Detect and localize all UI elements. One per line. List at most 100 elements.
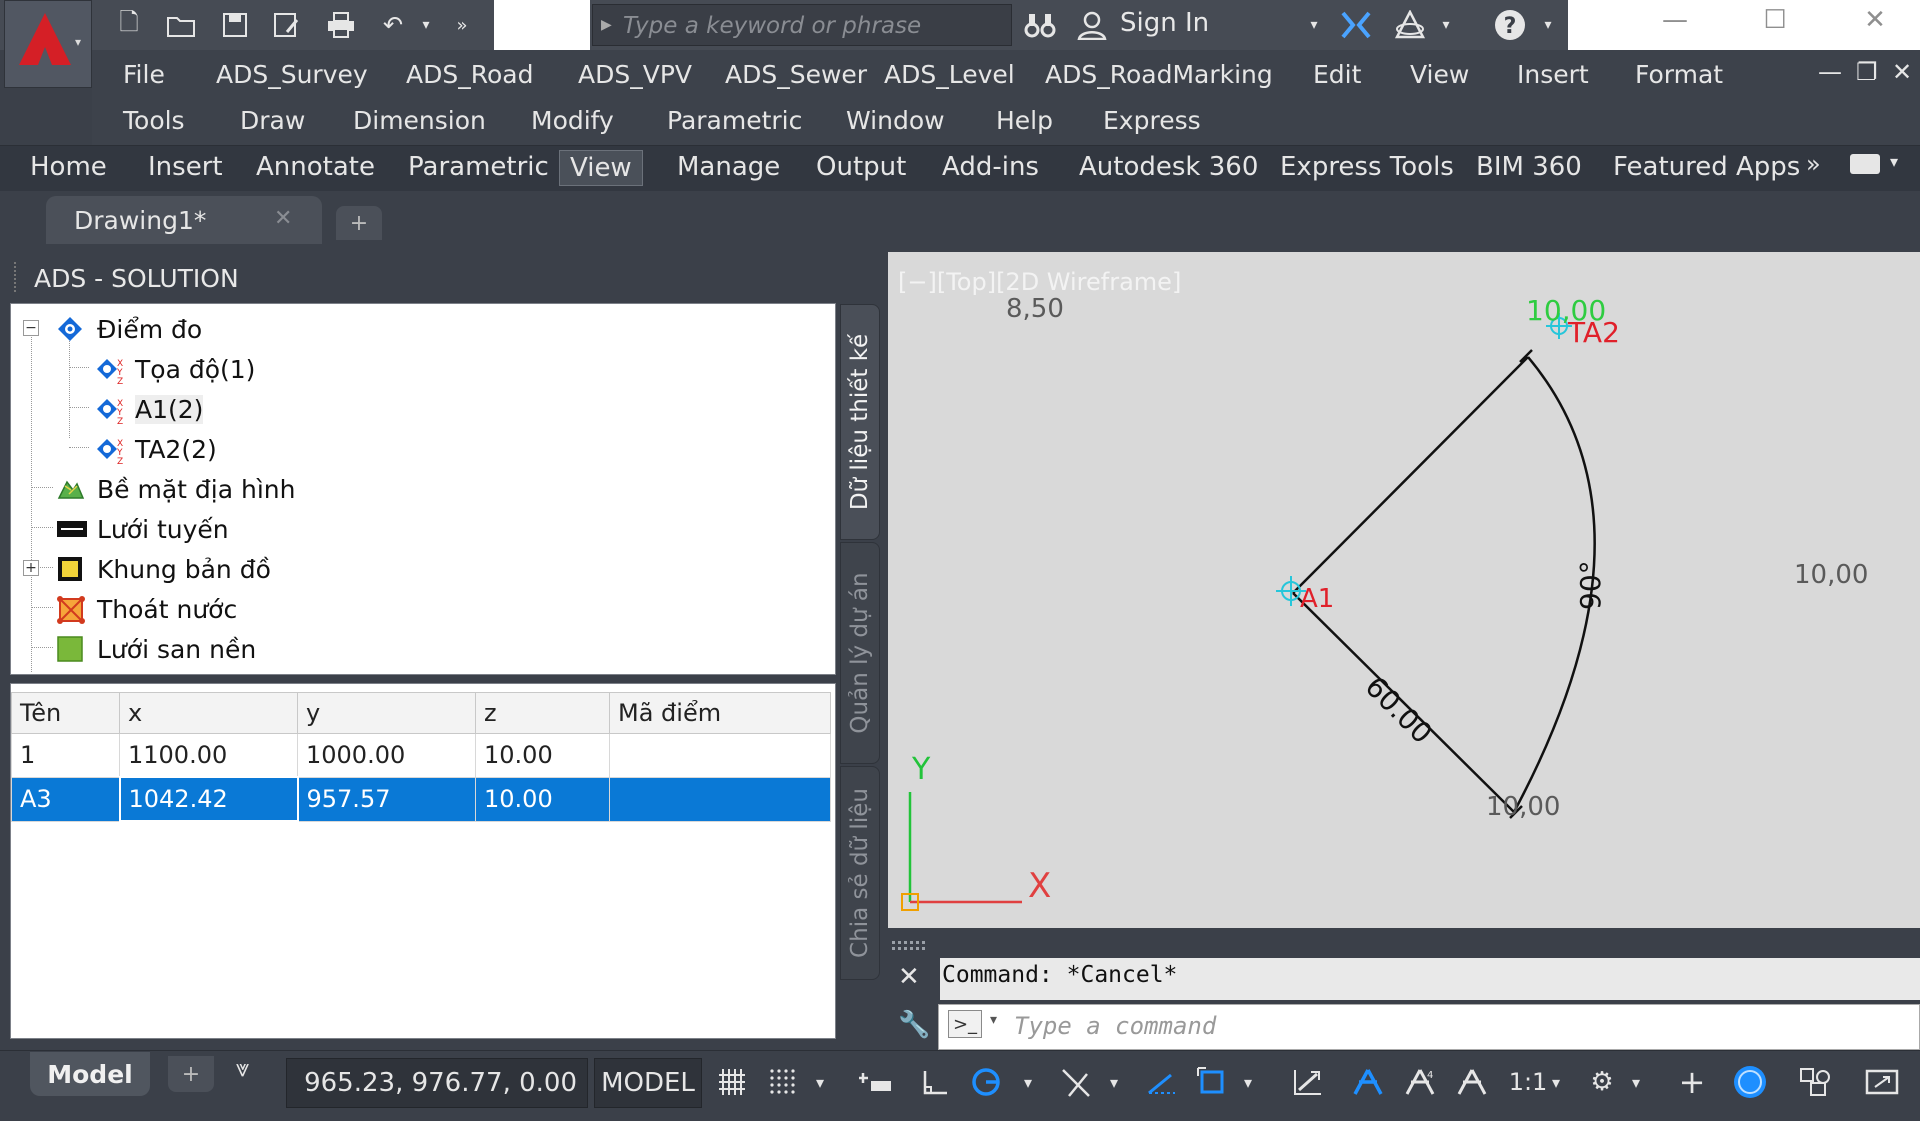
- tree-item-be-mat-dia-hinh[interactable]: Bề mặt địa hình: [57, 470, 295, 508]
- object-snap-icon[interactable]: [1192, 1060, 1232, 1104]
- table-cell[interactable]: 10.00: [475, 776, 610, 822]
- menu-ads-road[interactable]: ADS_Road: [406, 60, 533, 89]
- save-as-icon[interactable]: [268, 6, 306, 44]
- menu-express[interactable]: Express: [1103, 106, 1201, 135]
- tree-item-luoi-san-nen[interactable]: Lưới san nền: [57, 630, 256, 668]
- menu-ads-level[interactable]: ADS_Level: [884, 60, 1015, 89]
- ortho-mode-icon[interactable]: [914, 1060, 954, 1104]
- menu-draw[interactable]: Draw: [240, 106, 305, 135]
- tab-autodesk-360[interactable]: Autodesk 360: [1069, 150, 1268, 186]
- tab-home[interactable]: Home: [20, 150, 117, 186]
- auto-scale-icon[interactable]: 4: [1400, 1060, 1440, 1104]
- table-row[interactable]: 1 1100.00 1000.00 10.00: [11, 733, 831, 778]
- tab-manage[interactable]: Manage: [667, 150, 790, 186]
- table-cell[interactable]: 10.00: [475, 733, 610, 778]
- new-file-icon[interactable]: 🗋: [110, 6, 148, 44]
- tab-parametric[interactable]: Parametric: [398, 150, 559, 186]
- menu-tools[interactable]: Tools: [123, 106, 185, 135]
- grid-display-icon[interactable]: [712, 1060, 752, 1104]
- table-cell[interactable]: A3: [11, 776, 120, 822]
- close-command-icon[interactable]: ✕: [898, 962, 920, 992]
- menu-window[interactable]: Window: [846, 106, 945, 135]
- polar-dropdown-icon[interactable]: ▾: [1018, 1060, 1038, 1104]
- table-cell[interactable]: 1100.00: [119, 733, 298, 778]
- layout-list-icon[interactable]: ⩔: [236, 1054, 250, 1082]
- menu-parametric[interactable]: Parametric: [667, 106, 802, 135]
- tab-featured-apps[interactable]: Featured Apps: [1603, 150, 1810, 186]
- undo-dropdown-icon[interactable]: ▾: [416, 6, 436, 44]
- side-tab-chia-se-du-lieu[interactable]: Chia sẻ dữ liệu: [840, 766, 880, 980]
- maximize-icon[interactable]: ☐: [1730, 0, 1820, 40]
- snap-mode-icon[interactable]: [764, 1060, 804, 1104]
- menu-modify[interactable]: Modify: [531, 106, 614, 135]
- column-header-y[interactable]: y: [297, 692, 476, 734]
- binoculars-icon[interactable]: [1020, 6, 1060, 44]
- tab-bim-360[interactable]: BIM 360: [1466, 150, 1592, 186]
- search-box[interactable]: ▶: [592, 4, 1012, 46]
- isolate-objects-icon[interactable]: [1730, 1060, 1770, 1104]
- tree-item-thoat-nuoc[interactable]: Thoát nước: [57, 590, 237, 628]
- menu-dimension[interactable]: Dimension: [353, 106, 486, 135]
- radius-line-top[interactable]: [1292, 356, 1529, 594]
- tab-express-tools[interactable]: Express Tools: [1270, 150, 1464, 186]
- a360-icon[interactable]: [1390, 6, 1430, 44]
- column-header-z[interactable]: z: [475, 692, 610, 734]
- minimize-icon[interactable]: —: [1630, 0, 1720, 40]
- search-input[interactable]: [621, 9, 1005, 43]
- tab-output[interactable]: Output: [806, 150, 916, 186]
- model-tab[interactable]: Model: [30, 1052, 150, 1096]
- clean-screen-icon[interactable]: [1862, 1060, 1902, 1104]
- side-tab-du-lieu-thiet-ke[interactable]: Dữ liệu thiết kế: [840, 304, 880, 540]
- open-folder-icon[interactable]: [162, 6, 200, 44]
- menu-help[interactable]: Help: [996, 106, 1053, 135]
- ribbon-toggle-dropdown-icon[interactable]: ▾: [1890, 152, 1898, 171]
- column-header-ma-diem[interactable]: Mã điểm: [609, 692, 831, 734]
- table-cell-focused[interactable]: 1042.42: [118, 776, 299, 822]
- tree-item-a1[interactable]: XYZ A1(2): [95, 390, 204, 428]
- menu-ads-vpv[interactable]: ADS_VPV: [578, 60, 692, 89]
- table-cell[interactable]: 1: [11, 733, 120, 778]
- table-cell[interactable]: 1000.00: [297, 733, 476, 778]
- object-snap-dropdown-icon[interactable]: ▾: [1238, 1060, 1258, 1104]
- mdi-restore-icon[interactable]: ❐: [1856, 58, 1878, 86]
- command-input[interactable]: [1012, 1006, 1902, 1046]
- menu-ads-roadmarking[interactable]: ADS_RoadMarking: [1045, 60, 1273, 89]
- command-prompt-icon[interactable]: >_: [948, 1010, 982, 1038]
- mdi-close-icon[interactable]: ✕: [1892, 58, 1912, 86]
- customize-wrench-icon[interactable]: 🔧: [898, 1010, 930, 1040]
- lineweight-icon[interactable]: [1288, 1060, 1328, 1104]
- annotation-monitor-icon[interactable]: +: [1672, 1060, 1712, 1104]
- table-cell[interactable]: [609, 776, 831, 822]
- search-expand-icon[interactable]: ▶: [601, 17, 612, 33]
- menu-ads-sewer[interactable]: ADS_Sewer: [725, 60, 867, 89]
- snap-dropdown-icon[interactable]: ▾: [810, 1060, 830, 1104]
- ribbon-toggle-icon[interactable]: [1850, 154, 1880, 174]
- column-header-x[interactable]: x: [119, 692, 298, 734]
- help-dropdown-icon[interactable]: ▾: [1538, 6, 1558, 44]
- workspace-dropdown-icon[interactable]: ▾: [1626, 1060, 1646, 1104]
- hardware-acceleration-icon[interactable]: [1796, 1060, 1836, 1104]
- workspace-gear-icon[interactable]: ⚙: [1582, 1060, 1622, 1104]
- more-tabs-icon[interactable]: »: [1806, 150, 1821, 178]
- column-header-ten[interactable]: Tên: [11, 692, 120, 734]
- tree-item-diem-do[interactable]: Điểm đo: [57, 310, 202, 348]
- new-tab-icon[interactable]: +: [336, 206, 382, 240]
- tab-insert[interactable]: Insert: [138, 150, 233, 186]
- close-tab-icon[interactable]: ✕: [274, 206, 292, 231]
- close-icon[interactable]: ✕: [1830, 0, 1920, 40]
- model-space-button[interactable]: MODEL: [594, 1058, 702, 1108]
- annotation-scale-dropdown-icon[interactable]: ▾: [1546, 1060, 1566, 1104]
- menu-format[interactable]: Format: [1635, 60, 1723, 89]
- help-icon[interactable]: ?: [1490, 6, 1530, 44]
- table-cell[interactable]: 957.57: [297, 776, 476, 822]
- tree-item-toa-do[interactable]: XYZ Tọa độ(1): [95, 350, 255, 388]
- menu-view[interactable]: View: [1410, 60, 1469, 89]
- collapse-icon[interactable]: −: [23, 320, 39, 336]
- tree-item-khung-ban-do[interactable]: Khung bản đồ: [57, 550, 271, 588]
- mdi-minimize-icon[interactable]: —: [1818, 58, 1842, 86]
- a360-dropdown-icon[interactable]: ▾: [1436, 6, 1456, 44]
- command-grip[interactable]: [892, 938, 932, 950]
- recent-commands-dropdown-icon[interactable]: ▾: [990, 1012, 997, 1028]
- dynamic-input-icon[interactable]: [856, 1060, 896, 1104]
- palette-grip[interactable]: [14, 262, 20, 292]
